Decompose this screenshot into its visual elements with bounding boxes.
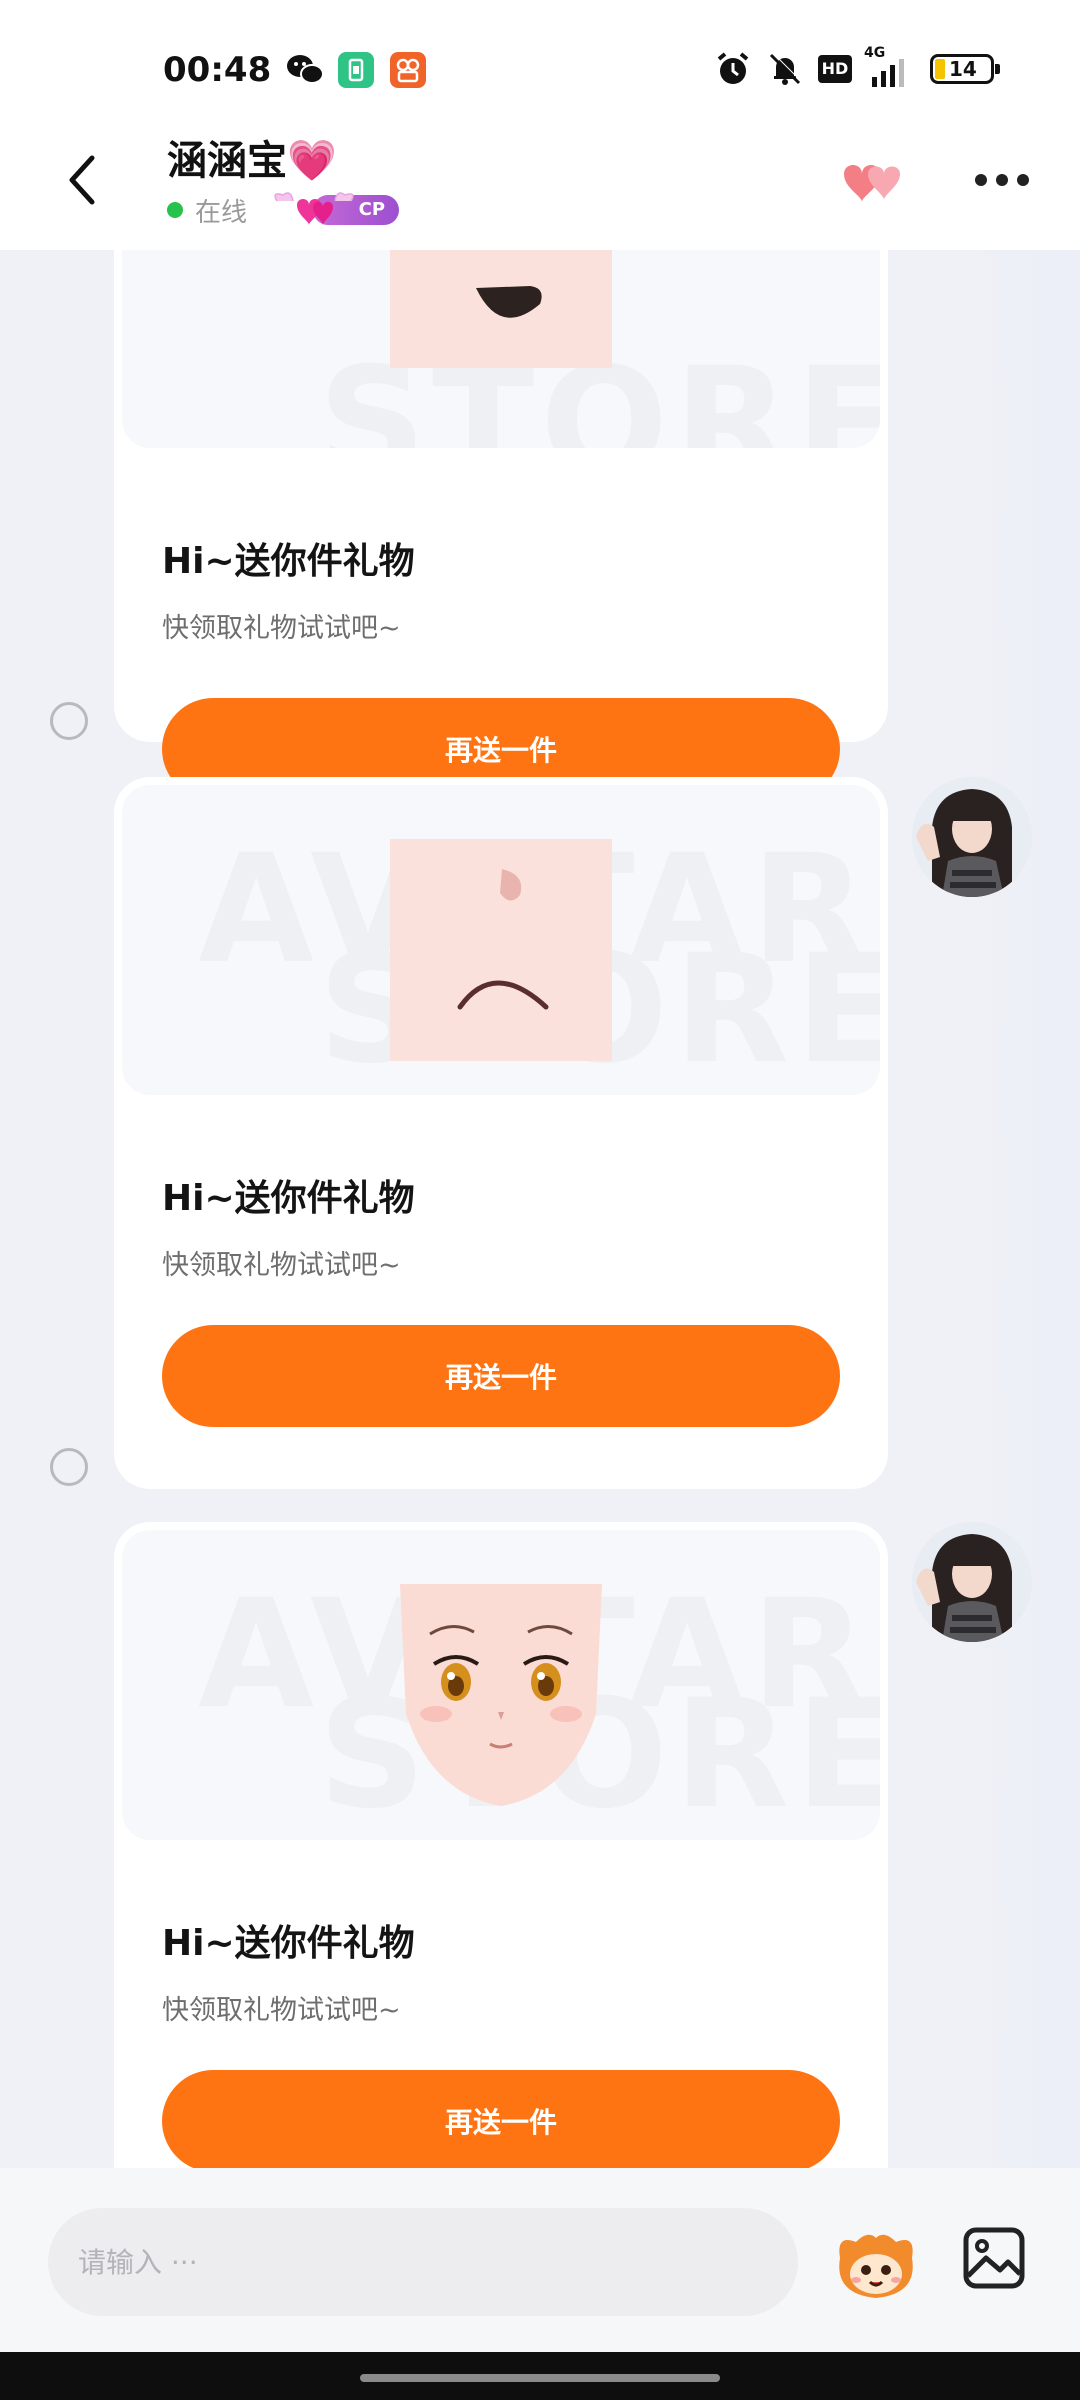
- dot: [996, 174, 1008, 186]
- avatar[interactable]: [912, 777, 1032, 897]
- avatar-image: [912, 1522, 1032, 1642]
- intimacy-hearts-button[interactable]: [838, 154, 918, 210]
- gift-preview[interactable]: AVATAR STORE: [122, 1530, 880, 1840]
- select-radio[interactable]: [50, 1448, 88, 1486]
- message-input[interactable]: [48, 2208, 798, 2316]
- chat-header: 涵涵宝💗 在线 CP: [0, 138, 1080, 250]
- contact-status: 在线 CP: [167, 191, 400, 229]
- gift-preview-image: [390, 250, 612, 368]
- mascot-icon: [839, 2234, 913, 2298]
- gift-card: STORE Hi~送你件礼物 快领取礼物试试吧~ 再送一件: [114, 250, 888, 800]
- contact-name[interactable]: 涵涵宝💗: [167, 128, 337, 186]
- online-dot: [167, 202, 183, 218]
- chat-right-strip: [970, 250, 1080, 2168]
- wechat-icon: [286, 52, 324, 88]
- gift-preview[interactable]: AVATAR STORE: [122, 785, 880, 1095]
- status-bar: 00:48 HD 4G 14: [0, 0, 1080, 150]
- dot: [975, 174, 987, 186]
- nose-mouth-icon: [457, 869, 549, 1010]
- green-app-icon: [338, 52, 374, 88]
- gift-card-subtitle: 快领取礼物试试吧~: [162, 613, 401, 644]
- image-icon: [963, 2227, 1025, 2289]
- home-indicator[interactable]: [360, 2374, 720, 2382]
- anime-face-icon: [400, 1584, 602, 1806]
- avatar[interactable]: [912, 1522, 1032, 1642]
- mouth-partial-icon: [476, 286, 542, 318]
- gift-card: AVATAR STORE: [114, 1522, 888, 2168]
- signal-icon: 4G: [864, 45, 912, 87]
- gift-preview[interactable]: STORE: [122, 250, 880, 448]
- select-radio[interactable]: [50, 702, 88, 740]
- send-again-button[interactable]: 再送一件: [162, 2070, 840, 2168]
- hearts-icon: [844, 165, 900, 202]
- alarm-icon: [717, 52, 749, 84]
- image-picker-button[interactable]: [962, 2226, 1026, 2290]
- gift-card-title: Hi~送你件礼物: [162, 541, 415, 582]
- gift-card-subtitle: 快领取礼物试试吧~: [162, 1250, 401, 1281]
- cp-badge[interactable]: CP: [269, 191, 400, 229]
- send-again-button[interactable]: 再送一件: [162, 1325, 840, 1427]
- system-nav-bar: [0, 2352, 1080, 2400]
- gift-card: AVATAR STORE Hi~送你件礼物 快领取礼物试试吧~ 再送一件: [114, 777, 888, 1489]
- gift-card-title: Hi~送你件礼物: [162, 1923, 415, 1964]
- status-time: 00:48: [163, 50, 272, 90]
- gift-preview-image: [390, 839, 612, 1061]
- more-options-button[interactable]: [962, 150, 1042, 210]
- mute-icon: [769, 52, 802, 85]
- hd-icon: HD: [818, 55, 852, 83]
- orange-app-icon: [390, 52, 426, 88]
- avatar-image: [912, 777, 1032, 897]
- gift-preview-image: [390, 1584, 612, 1806]
- gift-card-subtitle: 快领取礼物试试吧~: [162, 1995, 401, 2026]
- battery-icon: 14: [930, 54, 1000, 84]
- winged-hearts-icon: [274, 192, 354, 225]
- input-bar: [0, 2168, 1080, 2352]
- back-button[interactable]: [52, 150, 112, 210]
- chat-messages[interactable]: STORE Hi~送你件礼物 快领取礼物试试吧~ 再送一件 AVATAR S: [0, 250, 1080, 2168]
- chevron-left-icon: [69, 155, 95, 205]
- gift-card-title: Hi~送你件礼物: [162, 1178, 415, 1219]
- dot: [1017, 174, 1029, 186]
- mascot-emoji-button[interactable]: [834, 2228, 918, 2302]
- online-status-text: 在线: [195, 197, 248, 228]
- battery-level: 14: [949, 57, 977, 81]
